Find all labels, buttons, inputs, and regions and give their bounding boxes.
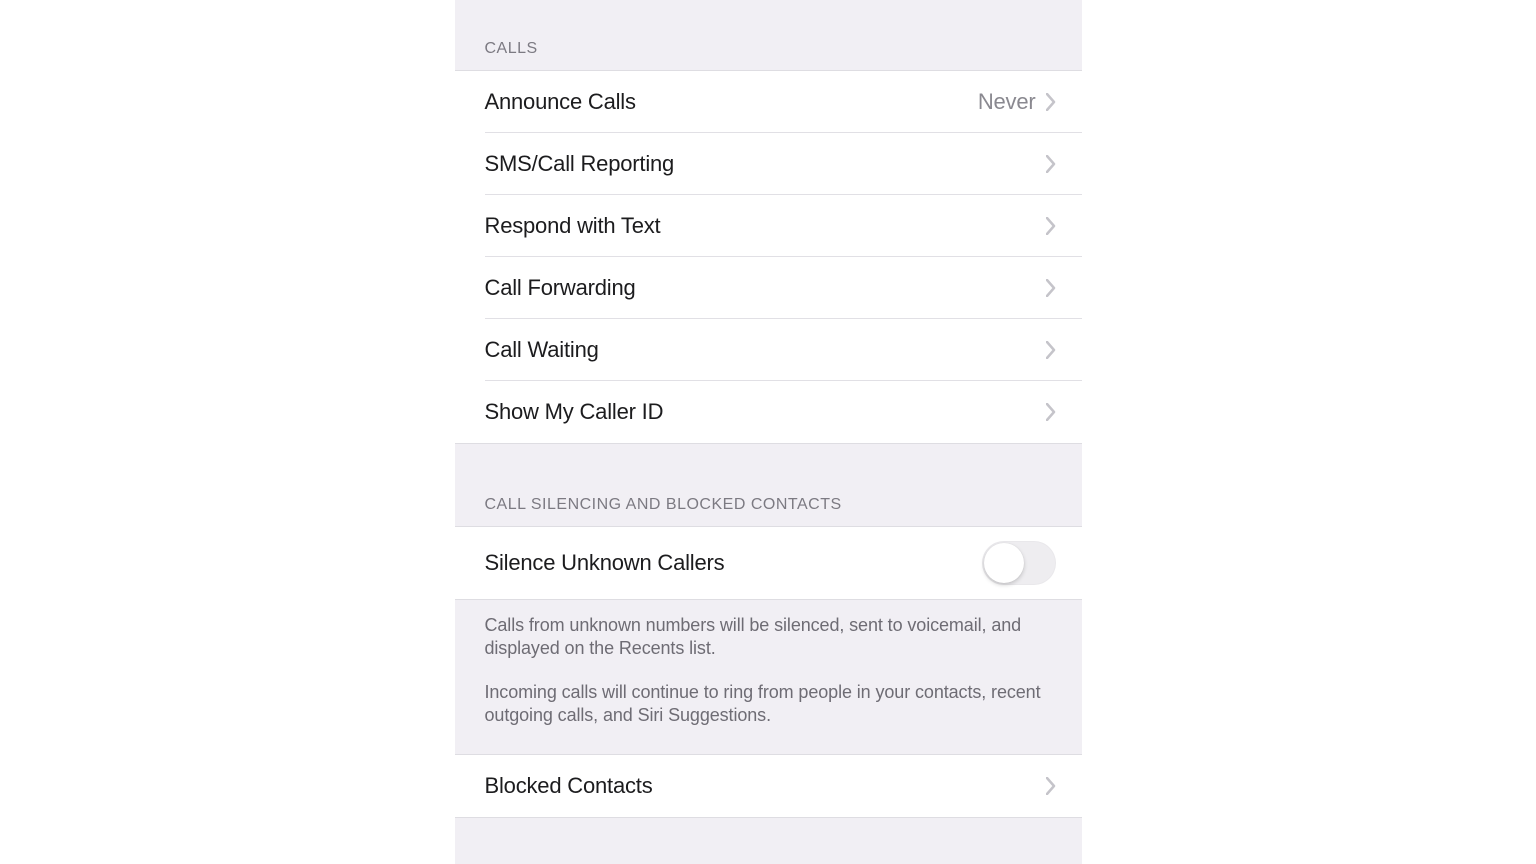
- row-right: [1046, 777, 1056, 795]
- call-forwarding-label: Call Forwarding: [485, 275, 636, 301]
- silencing-footer-2: Incoming calls will continue to ring fro…: [455, 661, 1082, 754]
- chevron-right-icon: [1046, 403, 1056, 421]
- calls-list: Announce Calls Never SMS/Call Reporting …: [455, 70, 1082, 444]
- announce-calls-label: Announce Calls: [485, 89, 636, 115]
- chevron-right-icon: [1046, 155, 1056, 173]
- row-right: [1046, 217, 1056, 235]
- section-header-silencing: CALL SILENCING AND BLOCKED CONTACTS: [455, 444, 1082, 526]
- row-right: [1046, 155, 1056, 173]
- silence-unknown-callers-toggle[interactable]: [982, 541, 1056, 585]
- blocked-contacts-label: Blocked Contacts: [485, 773, 653, 799]
- settings-panel: CALLS Announce Calls Never SMS/Call Repo…: [455, 0, 1082, 864]
- sms-call-reporting-label: SMS/Call Reporting: [485, 151, 675, 177]
- chevron-right-icon: [1046, 279, 1056, 297]
- silencing-footer-1: Calls from unknown numbers will be silen…: [455, 600, 1082, 661]
- section-header-calls: CALLS: [455, 0, 1082, 70]
- silence-unknown-callers-label: Silence Unknown Callers: [485, 550, 725, 576]
- chevron-right-icon: [1046, 93, 1056, 111]
- call-waiting-row[interactable]: Call Waiting: [455, 319, 1082, 381]
- row-right: [1046, 341, 1056, 359]
- show-my-caller-id-label: Show My Caller ID: [485, 399, 664, 425]
- silence-unknown-callers-row[interactable]: Silence Unknown Callers: [455, 527, 1082, 599]
- blocked-list: Blocked Contacts: [455, 754, 1082, 818]
- chevron-right-icon: [1046, 217, 1056, 235]
- silencing-list: Silence Unknown Callers: [455, 526, 1082, 600]
- call-forwarding-row[interactable]: Call Forwarding: [455, 257, 1082, 319]
- chevron-right-icon: [1046, 341, 1056, 359]
- call-waiting-label: Call Waiting: [485, 337, 599, 363]
- blocked-contacts-row[interactable]: Blocked Contacts: [455, 755, 1082, 817]
- toggle-knob: [984, 543, 1024, 583]
- announce-calls-row[interactable]: Announce Calls Never: [455, 71, 1082, 133]
- show-my-caller-id-row[interactable]: Show My Caller ID: [455, 381, 1082, 443]
- row-right: [1046, 279, 1056, 297]
- respond-with-text-label: Respond with Text: [485, 213, 661, 239]
- row-right: Never: [978, 89, 1056, 115]
- announce-calls-value: Never: [978, 89, 1036, 115]
- sms-call-reporting-row[interactable]: SMS/Call Reporting: [455, 133, 1082, 195]
- chevron-right-icon: [1046, 777, 1056, 795]
- respond-with-text-row[interactable]: Respond with Text: [455, 195, 1082, 257]
- row-right: [1046, 403, 1056, 421]
